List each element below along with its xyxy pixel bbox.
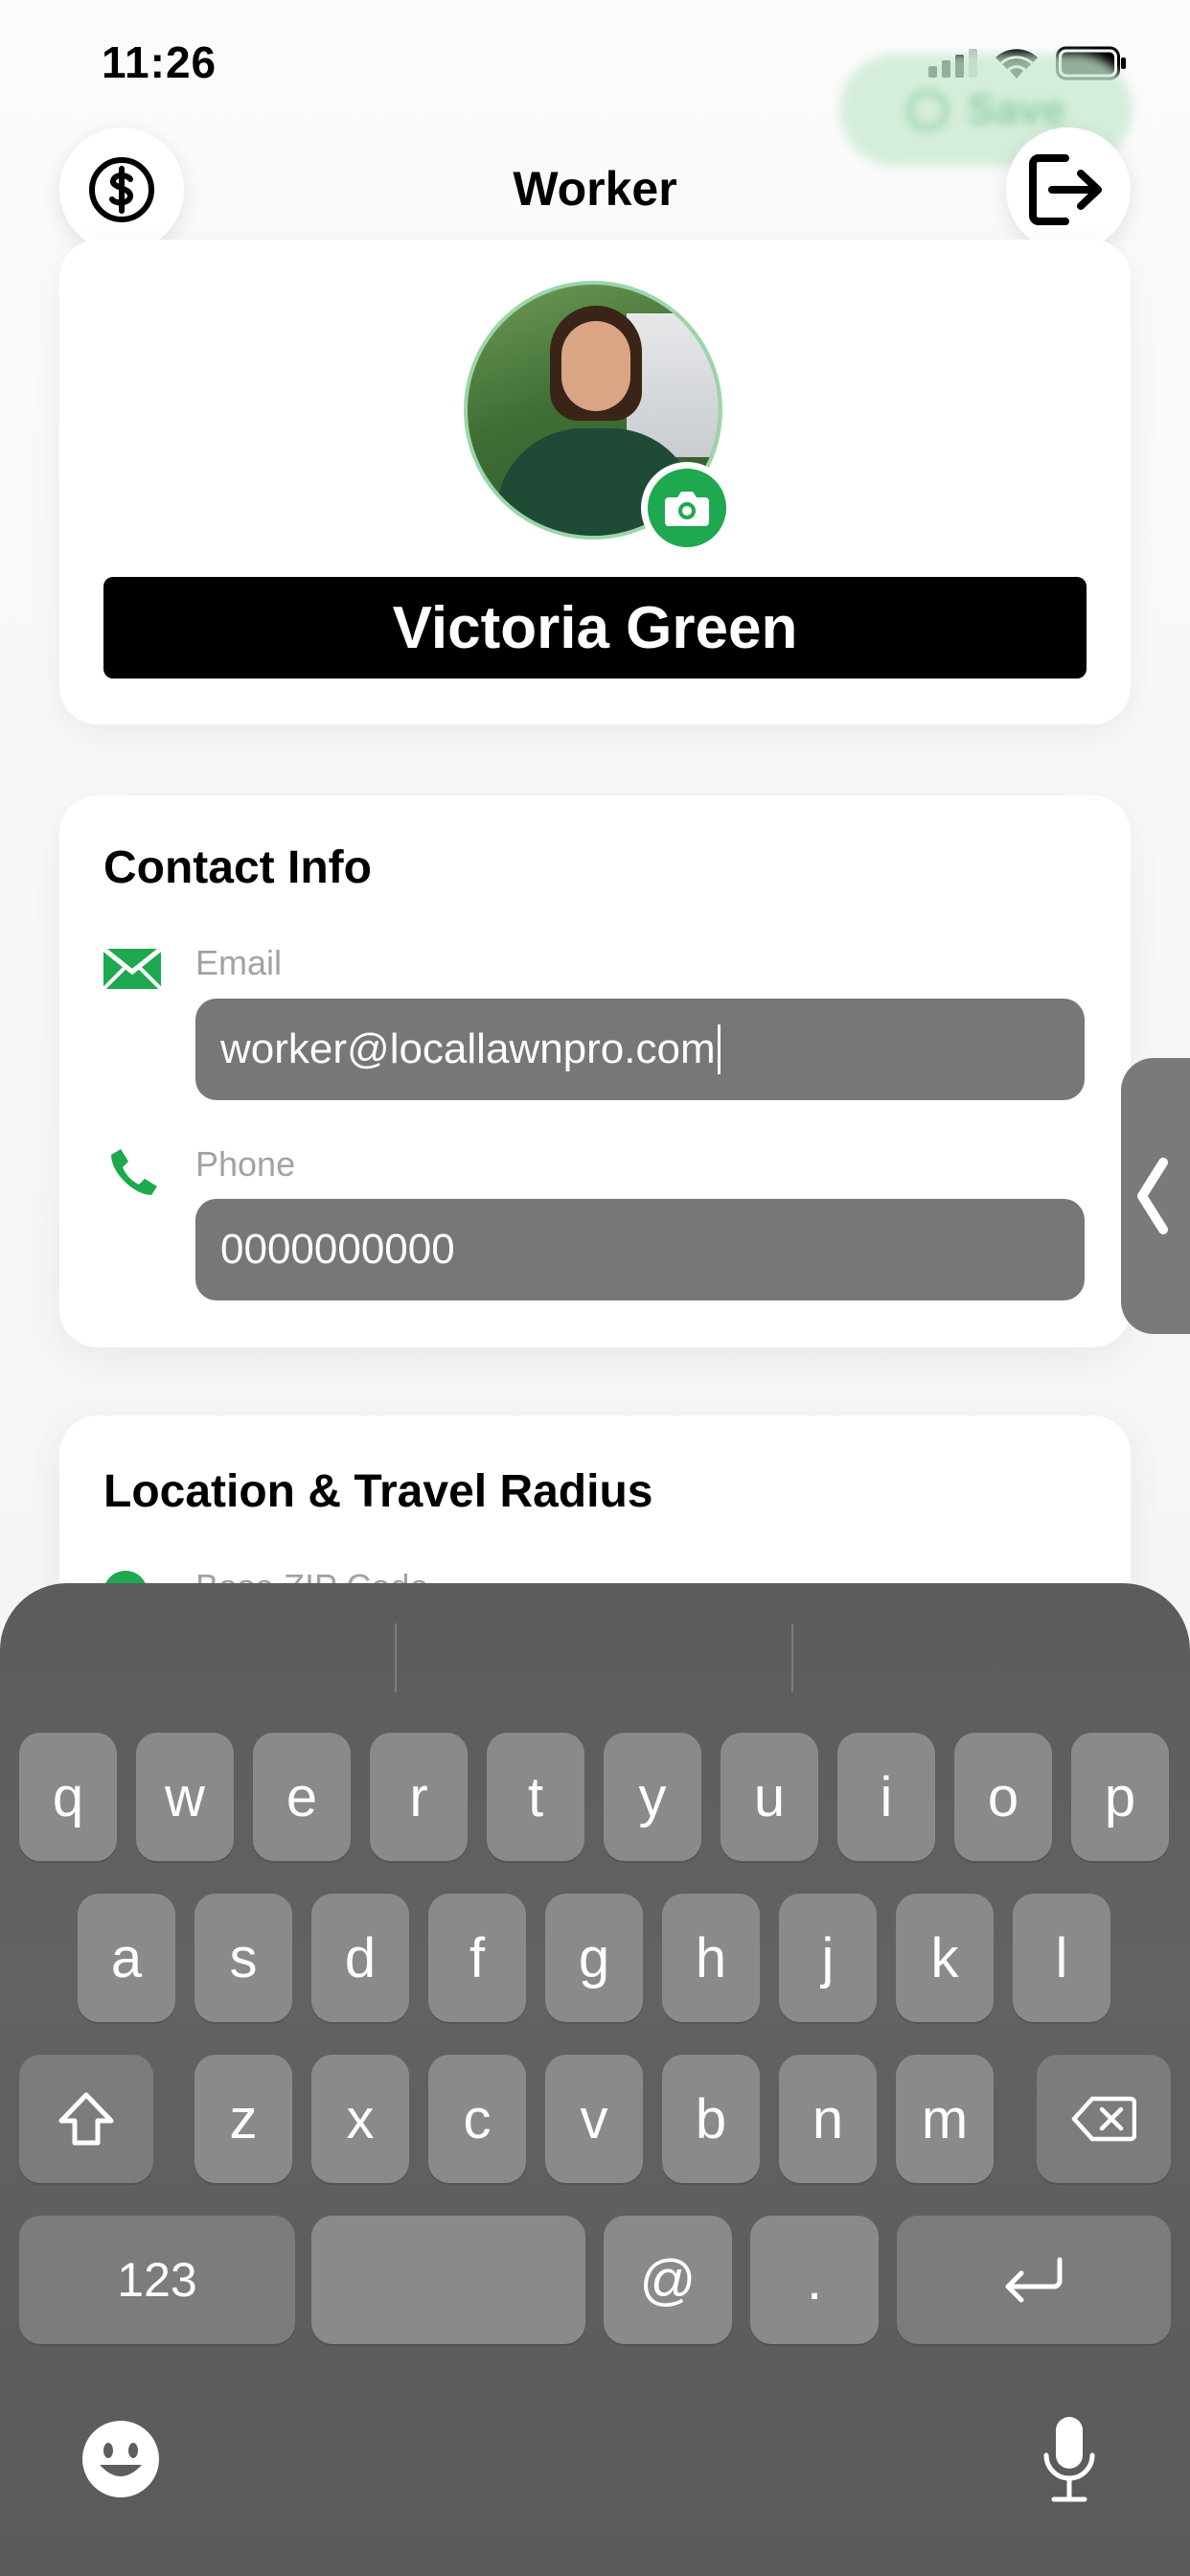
prediction-divider xyxy=(791,1623,793,1692)
text-cursor xyxy=(717,1024,721,1074)
save-icon xyxy=(905,89,949,131)
key-l[interactable]: l xyxy=(1013,1894,1110,2022)
numbers-key-label: 123 xyxy=(117,2253,197,2307)
worker-name[interactable]: Victoria Green xyxy=(103,577,1087,678)
screen: 11:26 Save Worker Victoria Green Contact… xyxy=(0,0,1190,2576)
key-e[interactable]: e xyxy=(253,1733,351,1861)
key-d[interactable]: d xyxy=(311,1894,409,2022)
email-icon xyxy=(102,947,163,991)
backspace-icon xyxy=(1071,2096,1136,2142)
dot-key[interactable]: . xyxy=(750,2216,879,2344)
key-i[interactable]: i xyxy=(837,1733,935,1861)
key-w[interactable]: w xyxy=(136,1733,234,1861)
camera-icon xyxy=(665,492,709,526)
phone-icon xyxy=(111,1149,157,1195)
keyboard: q w e r t y u i o p a s d f g h j k l z … xyxy=(0,1583,1190,2576)
save-label: Save xyxy=(967,86,1066,133)
key-s[interactable]: s xyxy=(195,1894,292,2022)
key-x[interactable]: x xyxy=(311,2055,409,2183)
key-y[interactable]: y xyxy=(604,1733,701,1861)
email-value: worker@locallawnpro.com xyxy=(220,1025,716,1072)
email-field[interactable]: worker@locallawnpro.com xyxy=(195,999,1085,1100)
email-label: Email xyxy=(195,943,283,982)
phone-value: 0000000000 xyxy=(220,1226,455,1273)
key-h[interactable]: h xyxy=(662,1894,760,2022)
key-j[interactable]: j xyxy=(779,1894,877,2022)
key-c[interactable]: c xyxy=(428,2055,526,2183)
key-u[interactable]: u xyxy=(721,1733,818,1861)
change-photo-button[interactable] xyxy=(641,462,733,554)
key-q[interactable]: q xyxy=(19,1733,117,1861)
side-panel-handle[interactable] xyxy=(1121,1058,1190,1334)
key-n[interactable]: n xyxy=(779,2055,877,2183)
key-b[interactable]: b xyxy=(662,2055,760,2183)
profile-card: Victoria Green xyxy=(59,240,1131,724)
prediction-divider xyxy=(395,1623,397,1692)
at-key[interactable]: @ xyxy=(604,2216,732,2344)
key-g[interactable]: g xyxy=(545,1894,643,2022)
numbers-key[interactable]: 123 xyxy=(19,2216,295,2344)
microphone-icon[interactable] xyxy=(1039,2413,1100,2505)
chevron-left-icon xyxy=(1137,1158,1168,1234)
key-r[interactable]: r xyxy=(370,1733,468,1861)
phone-field[interactable]: 0000000000 xyxy=(195,1199,1085,1300)
phone-label: Phone xyxy=(195,1144,296,1184)
key-z[interactable]: z xyxy=(195,2055,292,2183)
shift-icon xyxy=(58,2092,114,2146)
key-p[interactable]: p xyxy=(1071,1733,1169,1861)
key-v[interactable]: v xyxy=(545,2055,643,2183)
location-title: Location & Travel Radius xyxy=(103,1466,653,1517)
key-k[interactable]: k xyxy=(896,1894,994,2022)
logout-icon xyxy=(1029,154,1102,225)
status-time: 11:26 xyxy=(102,37,217,87)
shift-key[interactable] xyxy=(19,2055,153,2183)
emoji-icon[interactable] xyxy=(80,2419,161,2499)
key-t[interactable]: t xyxy=(487,1733,584,1861)
key-o[interactable]: o xyxy=(954,1733,1052,1861)
contact-info-title: Contact Info xyxy=(103,842,372,893)
return-icon xyxy=(1005,2257,1063,2303)
key-f[interactable]: f xyxy=(428,1894,526,2022)
contact-info-card: Contact Info Email worker@locallawnpro.c… xyxy=(59,795,1131,1347)
logout-button[interactable] xyxy=(1006,127,1131,252)
space-key[interactable] xyxy=(311,2216,585,2344)
key-m[interactable]: m xyxy=(896,2055,994,2183)
key-a[interactable]: a xyxy=(78,1894,175,2022)
return-key[interactable] xyxy=(897,2216,1171,2344)
delete-key[interactable] xyxy=(1037,2055,1171,2183)
